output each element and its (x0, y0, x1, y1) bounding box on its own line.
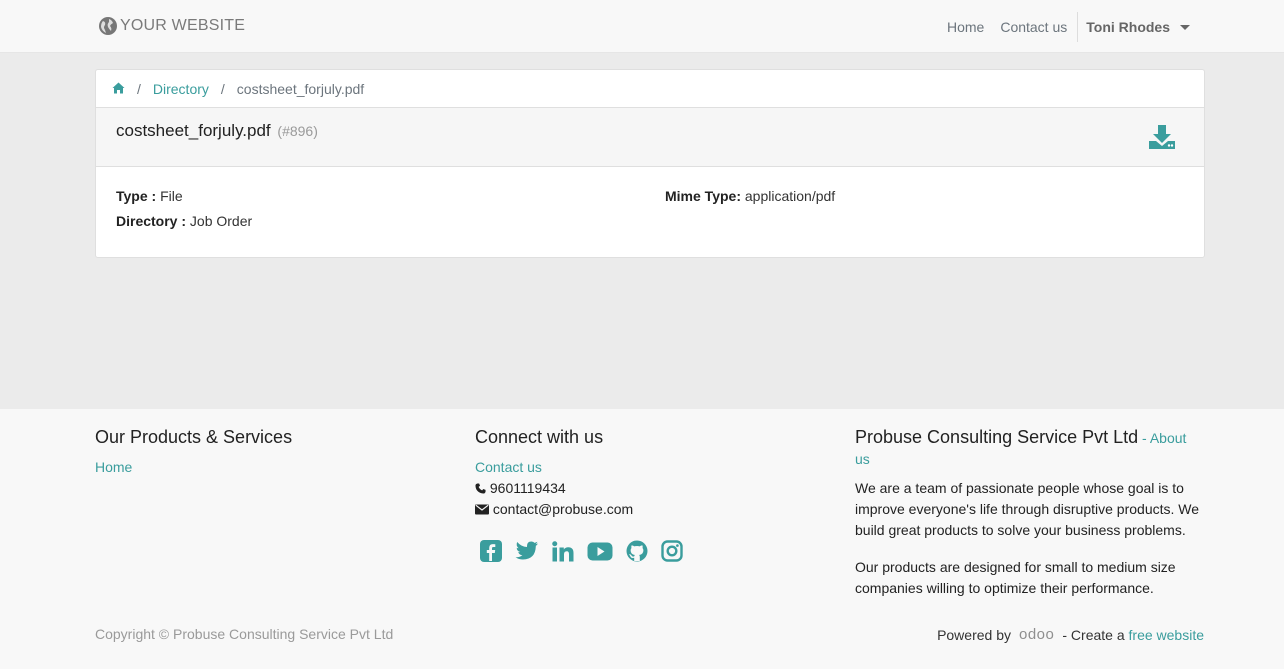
phone-icon (475, 483, 486, 494)
nav-menu: Home Contact us Toni Rhodes (939, 0, 1198, 53)
phone-number: 9601119434 (489, 480, 566, 496)
breadcrumb: / Directory / costsheet_forjuly.pdf (96, 70, 1204, 108)
type-label: Type : (116, 188, 157, 204)
footer-about: Probuse Consulting Service Pvt Ltd - Abo… (855, 427, 1205, 599)
logo-text: YOUR WEBSITE (120, 17, 246, 34)
products-title: Our Products & Services (95, 427, 293, 447)
file-header: costsheet_forjuly.pdf (#896) (96, 108, 1204, 167)
nav-contact-link[interactable]: Contact us (992, 19, 1075, 35)
breadcrumb-directory-link[interactable]: Directory (153, 81, 209, 97)
copyright-text: Copyright © Probuse Consulting Service P… (95, 626, 394, 642)
mime-type-row: Mime Type: application/pdf (665, 188, 835, 204)
facebook-icon[interactable] (480, 540, 502, 562)
file-details: Type : File Directory : Job Order Mime T… (96, 167, 1204, 257)
github-icon[interactable] (626, 540, 648, 562)
phone-row: 9601119434 (475, 478, 815, 499)
instagram-icon[interactable] (661, 540, 683, 562)
nav-home-link[interactable]: Home (939, 19, 992, 35)
directory-label: Directory : (116, 213, 187, 229)
file-title: costsheet_forjuly.pdf (#896) (116, 121, 318, 141)
mime-value: application/pdf (744, 188, 836, 204)
file-id: (#896) (277, 123, 318, 139)
linkedin-icon[interactable] (552, 540, 574, 562)
breadcrumb-current: costsheet_forjuly.pdf (236, 80, 365, 97)
footer-connect: Connect with us Contact us 9601119434 co… (475, 427, 815, 562)
company-heading: Probuse Consulting Service Pvt Ltd - Abo… (855, 427, 1205, 469)
twitter-icon[interactable] (515, 541, 539, 561)
free-website-link[interactable]: free website (1129, 627, 1204, 643)
file-card: / Directory / costsheet_forjuly.pdf cost… (95, 69, 1205, 258)
youtube-icon[interactable] (587, 542, 613, 561)
top-navbar: YOUR WEBSITE Home Contact us Toni Rhodes (0, 0, 1284, 53)
email-row: contact@probuse.com (475, 499, 815, 520)
user-name: Toni Rhodes (1086, 18, 1170, 35)
home-icon[interactable] (112, 81, 125, 97)
user-dropdown[interactable]: Toni Rhodes (1078, 19, 1198, 35)
download-icon[interactable] (1148, 124, 1176, 153)
powered-by: Powered by odoo - Create a free website (937, 626, 1204, 643)
footer-home-link[interactable]: Home (95, 459, 132, 475)
odoo-logo[interactable]: odoo (1019, 626, 1054, 643)
company-title: Probuse Consulting Service Pvt Ltd (855, 427, 1139, 447)
file-directory-row: Directory : Job Order (116, 213, 252, 229)
file-type-row: Type : File (116, 188, 183, 204)
mime-label: Mime Type: (665, 188, 741, 204)
powered-by-label: Powered by (937, 626, 1011, 643)
company-dash: - (1138, 430, 1150, 446)
footer: Our Products & Services Home Connect wit… (0, 409, 1284, 669)
email-address: contact@probuse.com (492, 501, 634, 517)
connect-title: Connect with us (475, 427, 604, 447)
create-text: - Create a (1062, 626, 1125, 643)
caret-down-icon (1180, 24, 1190, 30)
globe-icon (99, 17, 117, 35)
directory-value: Job Order (189, 213, 253, 229)
breadcrumb-separator: / (220, 80, 225, 97)
footer-products: Our Products & Services Home (95, 427, 435, 478)
site-logo[interactable]: YOUR WEBSITE (98, 14, 245, 38)
about-paragraph-2: Our products are designed for small to m… (855, 559, 1176, 596)
file-name: costsheet_forjuly.pdf (116, 121, 271, 140)
about-paragraph-1: We are a team of passionate people whose… (855, 480, 1200, 538)
footer-contact-link[interactable]: Contact us (475, 459, 542, 475)
social-links (480, 540, 815, 562)
type-value: File (160, 188, 183, 204)
envelope-icon (475, 504, 489, 515)
breadcrumb-separator: / (137, 80, 141, 97)
